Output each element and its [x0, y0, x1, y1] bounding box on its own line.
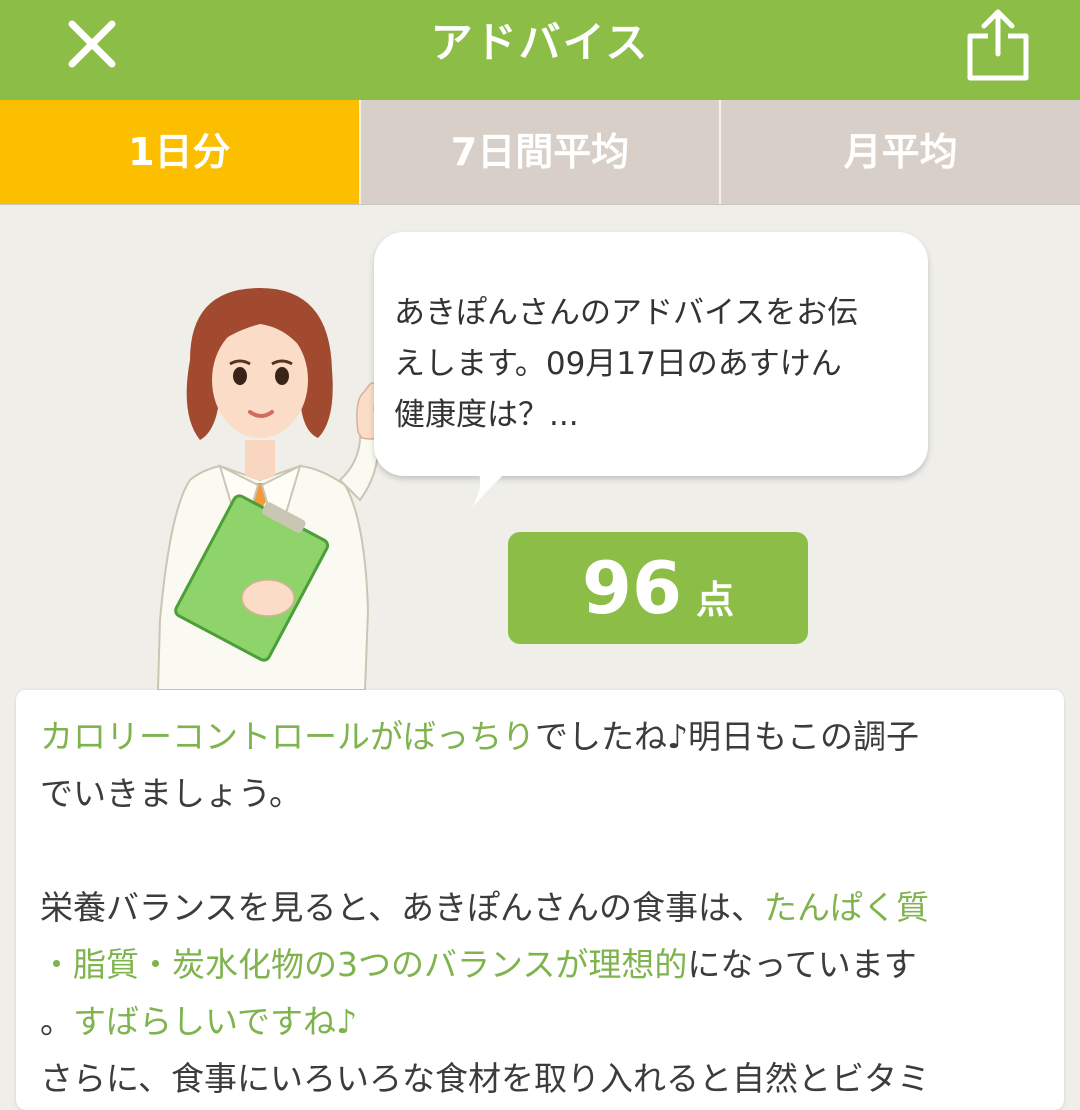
share-button[interactable] — [962, 6, 1034, 84]
share-icon — [967, 9, 1029, 81]
advice-highlight: すばらしいですね♪ — [73, 1002, 358, 1041]
advice-text: カロリーコントロールがばっちりでしたね♪明日もこの調子 でいきましょう。 栄養バ… — [40, 708, 1044, 1107]
advisor-illustration — [156, 288, 391, 690]
tab-monthly-average[interactable]: 月平均 — [719, 100, 1080, 204]
bubble-line: えします。09月17日のあすけん — [394, 346, 842, 382]
tab-1day[interactable]: 1日分 — [0, 100, 359, 204]
score-value: 96 — [581, 546, 683, 630]
advice-highlight: たんぱく質 — [764, 888, 930, 927]
tab-7day-average[interactable]: 7日間平均 — [358, 100, 720, 204]
advice-speech-bubble: あきぽんさんのアドバイスをお伝 えします。09月17日のあすけん 健康度は？..… — [374, 232, 928, 476]
advice-plain: 栄養バランスを見ると、あきぽんさんの食事は、 — [40, 888, 765, 927]
health-score-badge: 96 点 — [508, 532, 808, 644]
advice-line: 。すばらしいですね♪ — [40, 993, 1044, 1050]
bubble-line: 健康度は？... — [394, 397, 579, 433]
advice-highlight: カロリーコントロールがばっちり — [40, 717, 535, 756]
advice-plain: でしたね♪明日もこの調子 — [535, 717, 920, 756]
advice-line: 栄養バランスを見ると、あきぽんさんの食事は、たんぱく質 — [40, 879, 1044, 936]
advice-line: カロリーコントロールがばっちりでしたね♪明日もこの調子 — [40, 708, 1044, 765]
advice-plain: になっています — [687, 945, 917, 984]
advice-line: でいきましょう。 — [40, 774, 303, 813]
period-tabs: 1日分 7日間平均 月平均 — [0, 100, 1080, 205]
bubble-tail — [472, 468, 512, 508]
advice-line: ・脂質・炭水化物の3つのバランスが理想的になっています — [40, 936, 1044, 993]
bubble-text: あきぽんさんのアドバイスをお伝 えします。09月17日のあすけん 健康度は？..… — [394, 288, 914, 441]
bubble-line: あきぽんさんのアドバイスをお伝 — [394, 295, 859, 331]
advice-plain: 。 — [40, 1002, 73, 1041]
advice-line: さらに、食事にいろいろな食材を取り入れると自然とビタミ — [40, 1059, 931, 1098]
advice-highlight: ・脂質・炭水化物の3つのバランスが理想的 — [40, 945, 688, 984]
advice-card: カロリーコントロールがばっちりでしたね♪明日もこの調子 でいきましょう。 栄養バ… — [16, 690, 1064, 1110]
top-bar: アドバイス — [0, 0, 1080, 100]
page-title: アドバイス — [430, 18, 650, 67]
score-unit: 点 — [696, 578, 735, 622]
